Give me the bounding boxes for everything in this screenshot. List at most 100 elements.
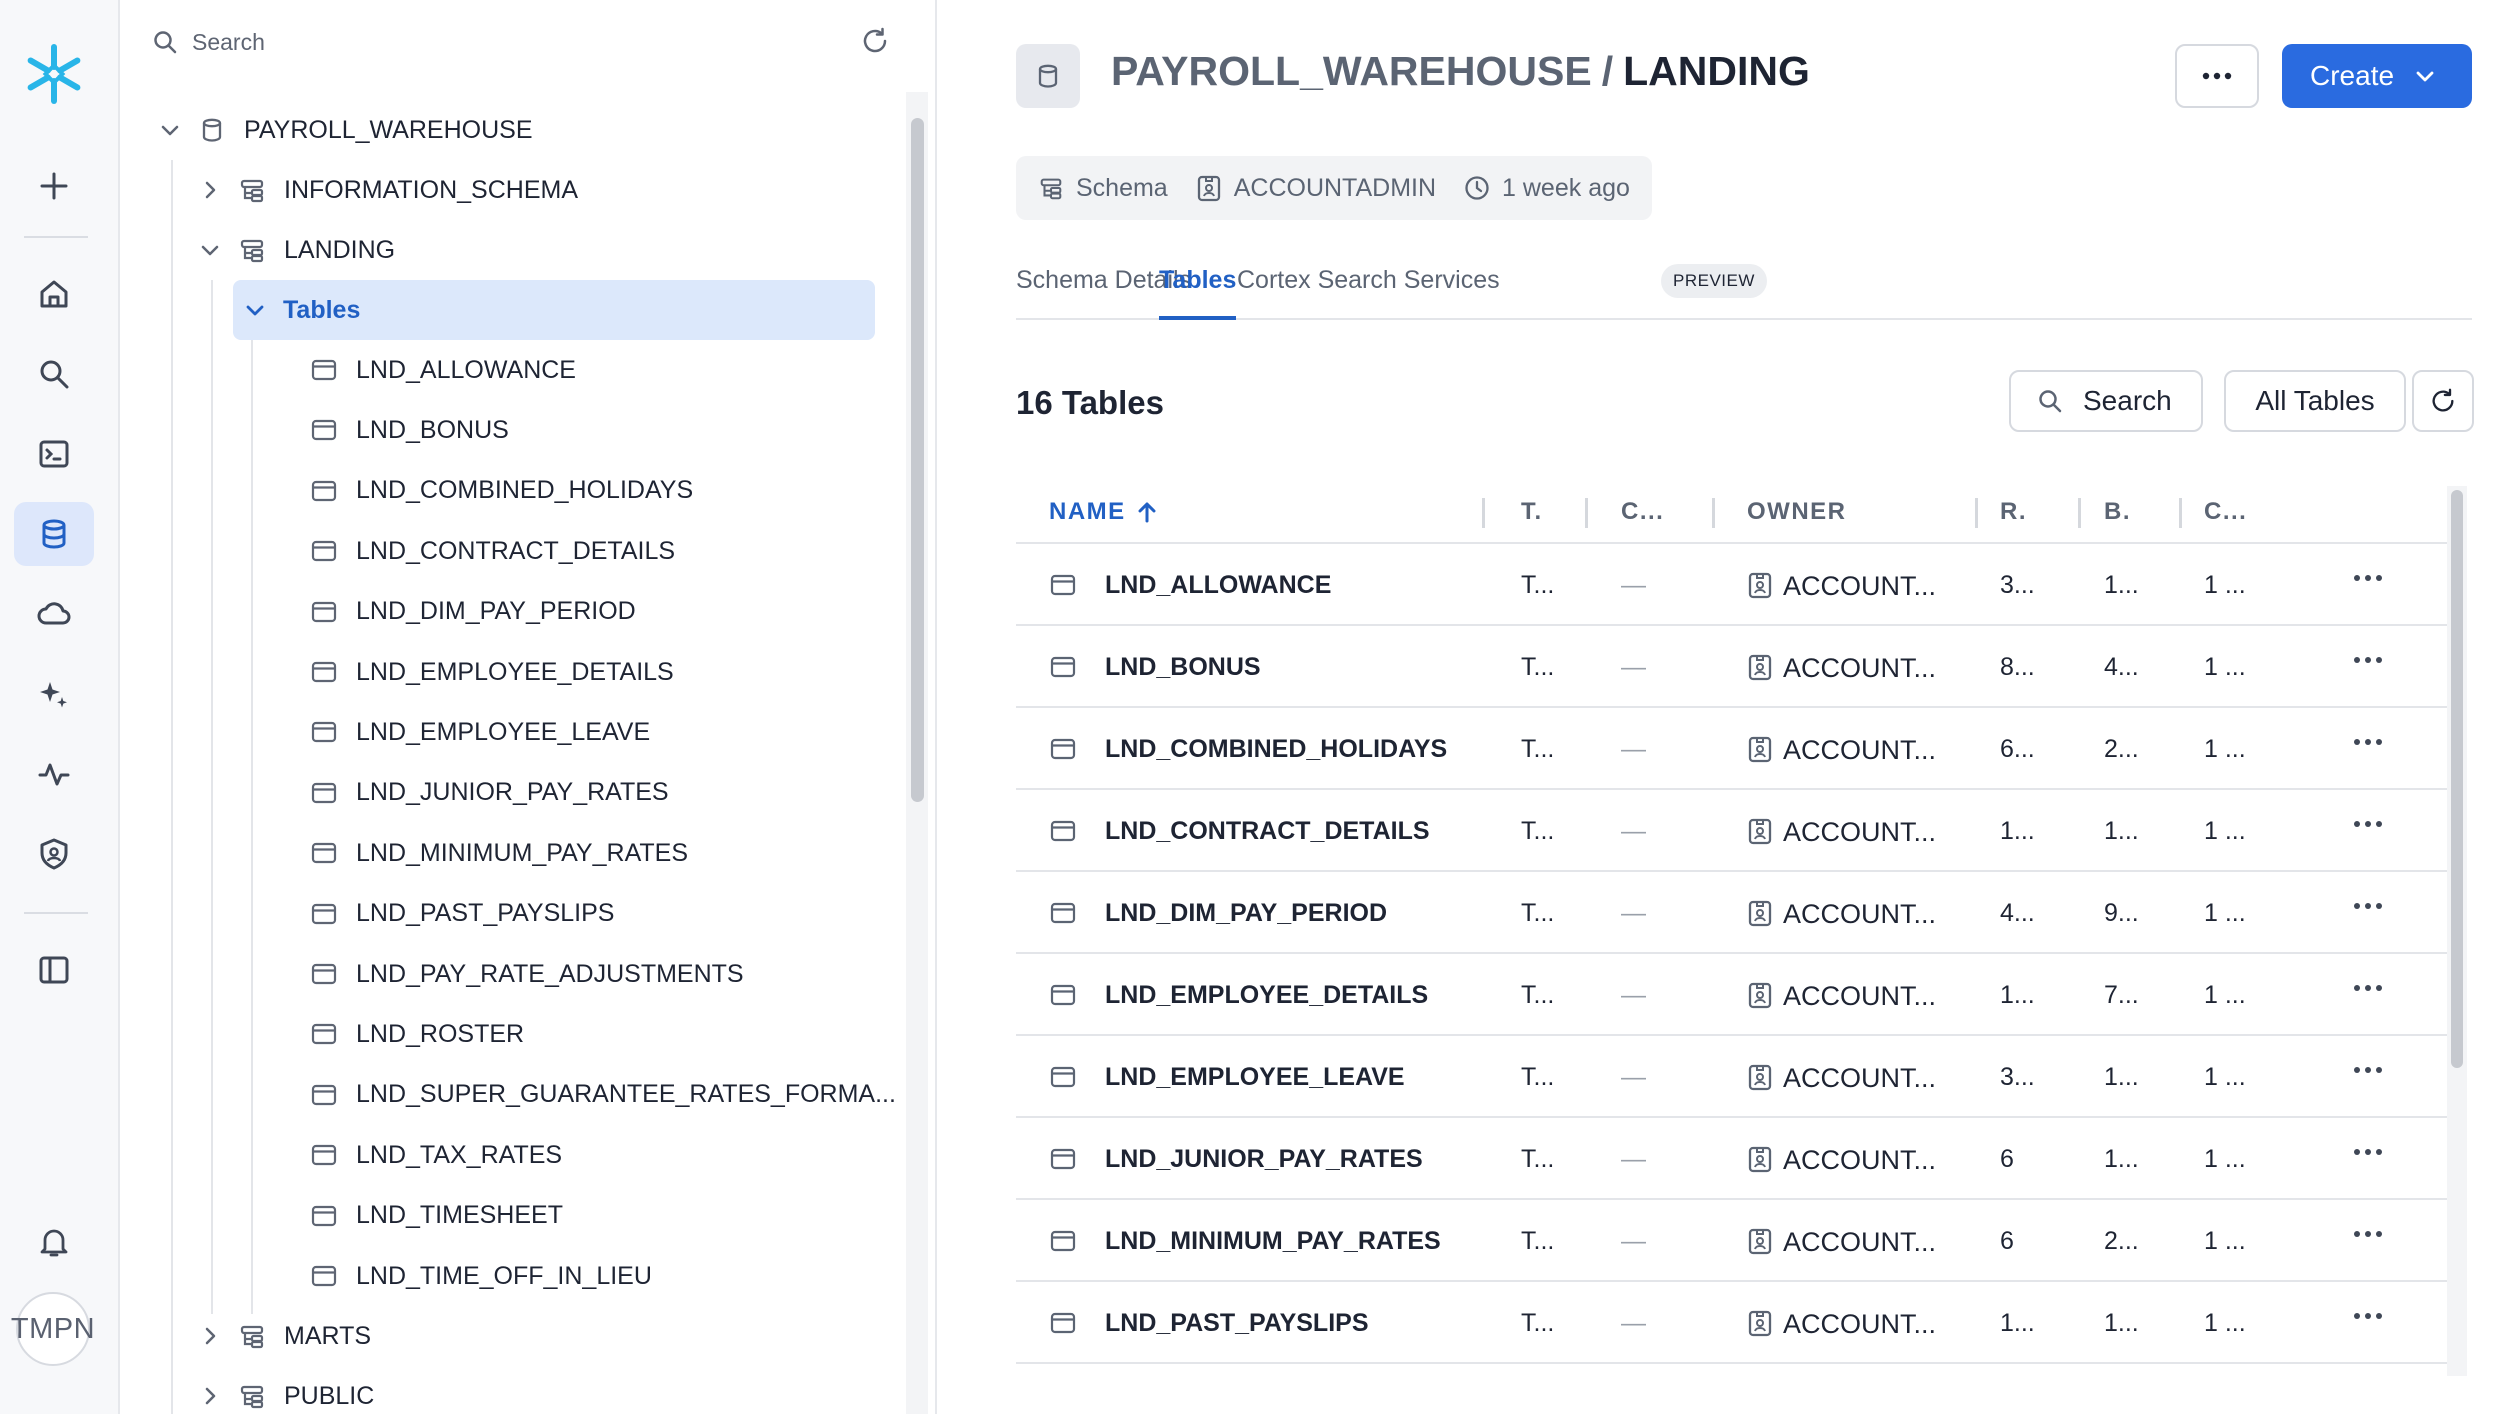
table-row[interactable]: LND_BONUS T... — ACCOUNT... 8... 4... 1 ... xyxy=(1016,626,2453,708)
table-scrollbar-thumb[interactable] xyxy=(2451,490,2463,1068)
column-header-bytes[interactable]: B. xyxy=(2104,498,2131,526)
tree-table-item[interactable]: LND_ROSTER xyxy=(310,1006,524,1062)
search-icon[interactable] xyxy=(14,342,94,406)
tree-schema-landing[interactable]: LANDING xyxy=(198,222,395,278)
table-icon xyxy=(1050,738,1076,760)
cell-name[interactable]: LND_DIM_PAY_PERIOD xyxy=(1105,899,1387,928)
notifications-bell-icon[interactable] xyxy=(14,1210,94,1274)
tree-table-item[interactable]: LND_ALLOWANCE xyxy=(310,342,576,398)
meta-updated-label: 1 week ago xyxy=(1502,173,1630,202)
tree-table-item[interactable]: LND_EMPLOYEE_LEAVE xyxy=(310,704,650,760)
table-row[interactable]: LND_MINIMUM_PAY_RATES T... — ACCOUNT... 6 2..… xyxy=(1016,1200,2453,1282)
row-more-actions-icon[interactable] xyxy=(2353,984,2383,992)
column-header-cluster[interactable]: C... xyxy=(1621,498,1664,526)
cell-name[interactable]: LND_PAST_PAYSLIPS xyxy=(1105,1309,1369,1338)
ai-sparkle-icon[interactable] xyxy=(14,662,94,726)
tree-table-item[interactable]: LND_EMPLOYEE_DETAILS xyxy=(310,644,674,700)
cell-name[interactable]: LND_COMBINED_HOLIDAYS xyxy=(1105,735,1447,764)
table-row[interactable]: LND_JUNIOR_PAY_RATES T... — ACCOUNT... 6 1...… xyxy=(1016,1118,2453,1200)
tree-table-item[interactable]: LND_JUNIOR_PAY_RATES xyxy=(310,765,669,821)
cell-name[interactable]: LND_EMPLOYEE_LEAVE xyxy=(1105,1063,1405,1092)
tree-tables-node[interactable]: Tables xyxy=(233,280,875,340)
more-options-button[interactable] xyxy=(2175,44,2259,108)
object-search-input[interactable]: Search xyxy=(152,20,912,64)
tree-table-item[interactable]: LND_PAY_RATE_ADJUSTMENTS xyxy=(310,946,744,1002)
row-more-actions-icon[interactable] xyxy=(2353,1312,2383,1320)
row-more-actions-icon[interactable] xyxy=(2353,1230,2383,1238)
home-icon[interactable] xyxy=(14,262,94,326)
column-resize-handle[interactable] xyxy=(1482,498,1485,528)
row-more-actions-icon[interactable] xyxy=(2353,738,2383,746)
tab-cortex-search-services[interactable]: Cortex Search Services xyxy=(1237,266,1500,320)
tree-table-item[interactable]: LND_BONUS xyxy=(310,402,509,458)
column-header-owner[interactable]: OWNER xyxy=(1747,498,1847,526)
cell-type: T... xyxy=(1521,735,1555,763)
row-more-actions-icon[interactable] xyxy=(2353,1148,2383,1156)
cell-name[interactable]: LND_JUNIOR_PAY_RATES xyxy=(1105,1145,1423,1174)
cloud-icon[interactable] xyxy=(14,582,94,646)
breadcrumb-database[interactable]: PAYROLL_WAREHOUSE xyxy=(1111,48,1592,94)
column-resize-handle[interactable] xyxy=(2179,498,2182,528)
column-resize-handle[interactable] xyxy=(1585,498,1588,528)
cell-name[interactable]: LND_ALLOWANCE xyxy=(1105,571,1331,600)
row-more-actions-icon[interactable] xyxy=(2353,656,2383,664)
refresh-tables-button[interactable] xyxy=(2412,370,2474,432)
table-row[interactable]: LND_CONTRACT_DETAILS T... — ACCOUNT... 1... 1… xyxy=(1016,790,2453,872)
tree-table-item[interactable]: LND_SUPER_GUARANTEE_RATES_FORMA... xyxy=(310,1067,896,1123)
column-resize-handle[interactable] xyxy=(1975,498,1978,528)
cell-name[interactable]: LND_MINIMUM_PAY_RATES xyxy=(1105,1227,1441,1256)
cell-cluster: — xyxy=(1621,653,1646,681)
row-more-actions-icon[interactable] xyxy=(2353,820,2383,828)
governance-shield-icon[interactable] xyxy=(14,822,94,886)
column-header-type[interactable]: T. xyxy=(1521,498,1543,526)
table-row[interactable]: LND_PAST_PAYSLIPS T... — ACCOUNT... 1... 1...… xyxy=(1016,1282,2453,1364)
row-more-actions-icon[interactable] xyxy=(2353,902,2383,910)
cell-rows: 3... xyxy=(2000,571,2035,599)
cell-name[interactable]: LND_CONTRACT_DETAILS xyxy=(1105,817,1430,846)
table-icon xyxy=(1050,1230,1076,1252)
row-more-actions-icon[interactable] xyxy=(2353,1066,2383,1074)
table-row[interactable]: LND_EMPLOYEE_LEAVE T... — ACCOUNT... 3... 1..… xyxy=(1016,1036,2453,1118)
table-filter-dropdown[interactable]: All Tables xyxy=(2224,370,2406,432)
worksheets-icon[interactable] xyxy=(14,422,94,486)
tree-schema-public[interactable]: PUBLIC xyxy=(198,1368,374,1414)
tab-tables[interactable]: Tables xyxy=(1159,266,1237,320)
table-icon xyxy=(1050,1148,1076,1170)
table-row[interactable]: LND_ALLOWANCE T... — ACCOUNT... 3... 1... 1 ..… xyxy=(1016,544,2453,626)
tree-table-item[interactable]: LND_TIMESHEET xyxy=(310,1188,563,1244)
row-more-actions-icon[interactable] xyxy=(2353,574,2383,582)
cell-name[interactable]: LND_EMPLOYEE_DETAILS xyxy=(1105,981,1428,1010)
refresh-icon[interactable] xyxy=(860,26,890,56)
toggle-sidebar-icon[interactable] xyxy=(14,938,94,1002)
tree-schema-marts[interactable]: MARTS xyxy=(198,1308,371,1364)
tree-table-item[interactable]: LND_DIM_PAY_PERIOD xyxy=(310,584,636,640)
table-row[interactable]: LND_DIM_PAY_PERIOD T... — ACCOUNT... 4... 9..… xyxy=(1016,872,2453,954)
monitoring-activity-icon[interactable] xyxy=(14,742,94,806)
column-header-created[interactable]: C... xyxy=(2204,498,2247,526)
column-resize-handle[interactable] xyxy=(2078,498,2081,528)
tree-table-item[interactable]: LND_COMBINED_HOLIDAYS xyxy=(310,463,693,519)
column-header-rows[interactable]: R. xyxy=(2000,498,2027,526)
tree-table-item[interactable]: LND_MINIMUM_PAY_RATES xyxy=(310,825,688,881)
data-database-icon[interactable] xyxy=(14,502,94,566)
tree-scrollbar-thumb[interactable] xyxy=(911,118,924,802)
tree-table-item[interactable]: LND_CONTRACT_DETAILS xyxy=(310,523,675,579)
table-row[interactable]: LND_EMPLOYEE_DETAILS T... — ACCOUNT... 1... 7… xyxy=(1016,954,2453,1036)
tree-table-item[interactable]: LND_PAST_PAYSLIPS xyxy=(310,886,614,942)
tree-table-item[interactable]: LND_TAX_RATES xyxy=(310,1127,562,1183)
cell-name[interactable]: LND_BONUS xyxy=(1105,653,1261,682)
cell-type: T... xyxy=(1521,981,1555,1009)
tree-database-payroll-warehouse[interactable]: PAYROLL_WAREHOUSE xyxy=(158,102,533,158)
column-header-name[interactable]: NAME xyxy=(1049,498,1158,526)
add-icon[interactable] xyxy=(14,154,94,218)
column-resize-handle[interactable] xyxy=(1712,498,1715,528)
tree-schema-information-schema[interactable]: INFORMATION_SCHEMA xyxy=(198,162,578,218)
tree-table-item[interactable]: LND_TIME_OFF_IN_LIEU xyxy=(310,1248,652,1304)
cell-owner: ACCOUNT... xyxy=(1783,817,1937,847)
user-avatar[interactable]: TMPN xyxy=(11,1292,95,1366)
table-row[interactable]: LND_COMBINED_HOLIDAYS T... — ACCOUNT... 6...… xyxy=(1016,708,2453,790)
table-search-button[interactable]: Search xyxy=(2009,370,2203,432)
role-badge-icon xyxy=(1748,900,1772,927)
create-button[interactable]: Create xyxy=(2282,44,2472,108)
snowflake-logo[interactable] xyxy=(14,42,94,106)
